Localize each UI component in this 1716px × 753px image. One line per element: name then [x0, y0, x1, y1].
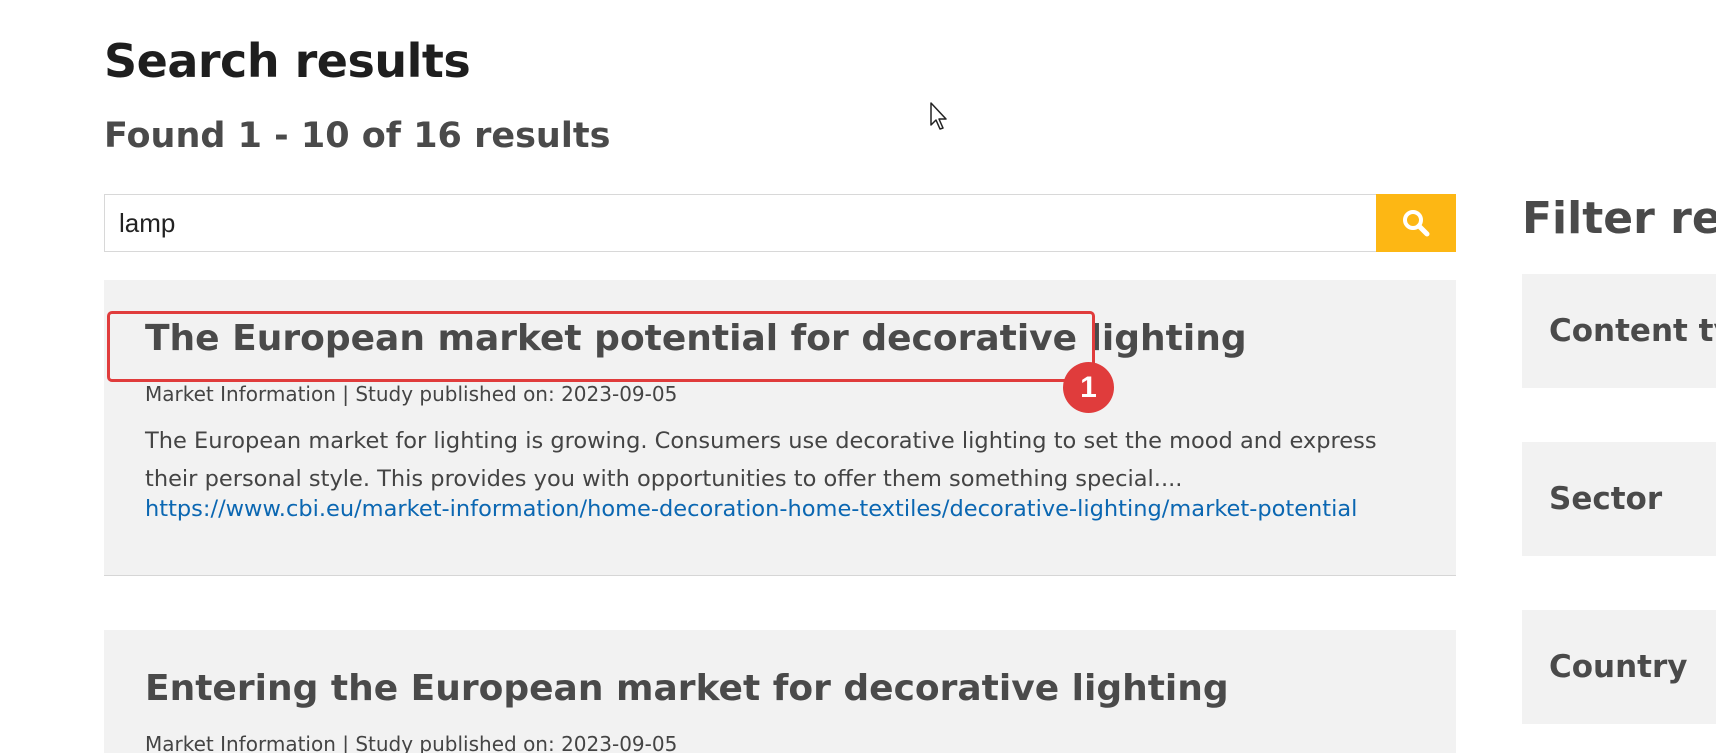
result-meta: Market Information | Study published on:… [145, 732, 678, 753]
result-meta: Market Information | Study published on:… [145, 382, 678, 406]
annotation-marker: 1 [1063, 362, 1114, 413]
result-url-link[interactable]: https://www.cbi.eu/market-information/ho… [145, 496, 1357, 522]
filter-country[interactable]: Country [1522, 610, 1716, 724]
filter-content-type[interactable]: Content type [1522, 274, 1716, 388]
filter-title: Filter results [1522, 193, 1716, 244]
search-icon [1403, 210, 1430, 237]
search-button[interactable] [1376, 194, 1456, 252]
search-input[interactable] [104, 194, 1376, 252]
result-description: The European market for lighting is grow… [145, 428, 1377, 492]
mouse-cursor-icon [930, 102, 947, 130]
search-result: The European market potential for decora… [104, 280, 1456, 576]
filter-label: Sector [1549, 481, 1663, 517]
filter-sector[interactable]: Sector [1522, 442, 1716, 556]
search-bar [104, 194, 1456, 252]
search-result: Entering the European market for decorat… [104, 630, 1456, 753]
result-title-link[interactable]: Entering the European market for decorat… [145, 668, 1229, 709]
page-title: Search results [104, 34, 471, 88]
filter-label: Country [1549, 649, 1688, 685]
filter-label: Content type [1549, 313, 1716, 349]
search-results-page: Search results Found 1 - 10 of 16 result… [0, 0, 1716, 753]
result-title-link[interactable]: The European market potential for decora… [145, 318, 1247, 359]
result-count: Found 1 - 10 of 16 results [104, 116, 611, 156]
